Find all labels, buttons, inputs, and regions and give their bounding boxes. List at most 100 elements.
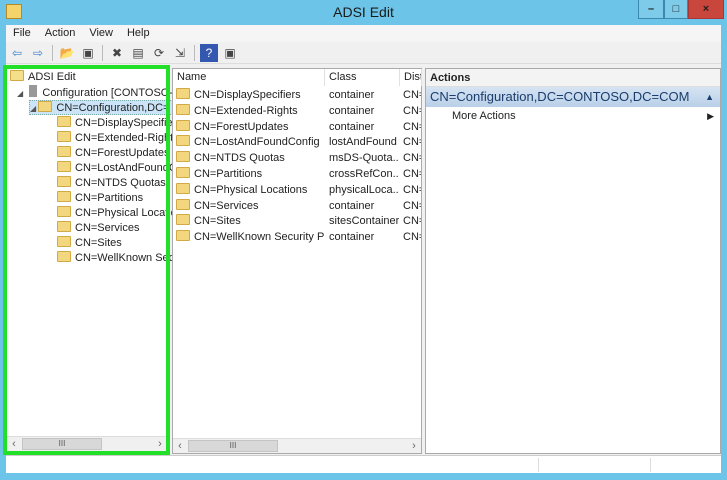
row-name-label: CN=Extended-Rights [194, 104, 298, 117]
scroll-left-button[interactable]: ‹ [173, 439, 187, 453]
row-name-label: CN=Sites [194, 215, 241, 228]
list-row[interactable]: CN=ForestUpdates container CN= [173, 119, 421, 135]
more-actions-label: More Actions [452, 110, 516, 122]
row-name-label: CN=Partitions [194, 168, 263, 180]
row-name-label: CN=Physical Locations [194, 183, 308, 196]
row-distinguished-name: CN= [403, 168, 421, 180]
column-header-class[interactable]: Class [325, 69, 400, 86]
help-button[interactable]: ? [200, 43, 218, 62]
list-horizontal-scrollbar[interactable]: ‹ III › [173, 438, 421, 453]
menu-bar: File Action View Help [6, 25, 721, 42]
delete-button[interactable]: ✖ [108, 44, 126, 62]
forward-button[interactable]: ⇨ [29, 44, 47, 62]
more-actions-item[interactable]: More Actions ▶ [426, 107, 720, 125]
window-title: ADSI Edit [333, 4, 394, 20]
actions-section-label: CN=Configuration,DC=CONTOSO,DC=COM [430, 89, 690, 104]
row-class: crossRefCon... [329, 168, 399, 180]
export-list-button[interactable]: ⇲ [171, 44, 189, 62]
menu-file[interactable]: File [6, 25, 38, 41]
row-name: CN=Sites [176, 213, 324, 229]
forward-icon: ⇨ [32, 45, 44, 60]
list-row[interactable]: CN=Services container CN= [173, 198, 421, 214]
delete-icon: ✖ [111, 45, 123, 60]
collapse-icon: ▲ [705, 92, 714, 102]
list-row[interactable]: CN=Partitions crossRefCon... CN= [173, 166, 421, 182]
actions-header: Actions [426, 69, 720, 87]
row-name: CN=Partitions [176, 166, 324, 182]
row-class: container [329, 199, 375, 212]
list-row[interactable]: CN=WellKnown Security Pri... container CN= [173, 229, 421, 245]
list-pane: Name Class Disti CN=DisplaySpecifiers con… [172, 68, 422, 454]
show-action-pane-icon: ▣ [224, 45, 236, 60]
row-name-label: CN=LostAndFoundConfig [194, 136, 320, 149]
row-name-label: CN=Services [194, 199, 259, 212]
menu-action[interactable]: Action [38, 25, 83, 41]
close-button[interactable]: × [688, 0, 724, 19]
toolbar: ⇦ ⇨ 📂 ▣ ✖ ▤ ⟳ ⇲? ▣ [6, 42, 721, 64]
list-row[interactable]: CN=Sites sitesContainer CN= [173, 213, 421, 229]
list-row[interactable]: CN=DisplaySpecifiers container CN= [173, 87, 421, 103]
row-distinguished-name: CN= [403, 120, 421, 133]
row-name: CN=Physical Locations [176, 182, 324, 198]
up-folder-icon: 📂 [59, 45, 75, 60]
toolbar-separator [52, 44, 53, 61]
toolbar-separator [102, 44, 103, 61]
row-name: CN=DisplaySpecifiers [176, 87, 324, 103]
toolbar-separator [194, 44, 195, 61]
row-name-label: CN=DisplaySpecifiers [194, 89, 301, 101]
row-class: container [329, 89, 375, 101]
row-name: CN=NTDS Quotas [176, 150, 324, 166]
column-header-name[interactable]: Name [173, 69, 325, 86]
list-row[interactable]: CN=Physical Locations physicalLoca... CN= [173, 182, 421, 198]
actions-section-header[interactable]: CN=Configuration,DC=CONTOSO,DC=COM ▲ [426, 87, 720, 107]
folder-icon [176, 119, 190, 131]
row-distinguished-name: CN= [403, 104, 421, 117]
back-button[interactable]: ⇦ [8, 44, 26, 62]
show-hide-tree-icon: ▣ [82, 45, 94, 60]
row-class: container [329, 120, 375, 133]
folder-icon [176, 198, 190, 210]
properties-button[interactable]: ▤ [129, 44, 147, 62]
refresh-button[interactable]: ⟳ [150, 44, 168, 62]
list-row[interactable]: CN=NTDS Quotas msDS-Quota... CN= [173, 150, 421, 166]
row-distinguished-name: CN= [403, 89, 421, 101]
maximize-button[interactable]: □ [664, 0, 688, 19]
minimize-button[interactable]: – [638, 0, 664, 19]
actions-pane: Actions CN=Configuration,DC=CONTOSO,DC=C… [425, 68, 721, 454]
scroll-right-button[interactable]: › [407, 439, 421, 453]
show-action-pane-button[interactable]: ▣ [221, 44, 239, 62]
row-name-label: CN=NTDS Quotas [194, 152, 285, 165]
folder-icon [176, 88, 190, 99]
menu-view[interactable]: View [82, 25, 120, 41]
row-name: CN=Services [176, 198, 324, 214]
app-icon [6, 4, 22, 19]
column-header-distinguished-name[interactable]: Disti [400, 69, 422, 86]
properties-icon: ▤ [132, 45, 144, 60]
row-name: CN=WellKnown Security Pri... [176, 229, 324, 245]
export-list-icon: ⇲ [174, 45, 186, 60]
row-class: sitesContainer [329, 215, 399, 228]
row-distinguished-name: CN= [403, 136, 421, 149]
title-bar: ADSI Edit [0, 0, 727, 24]
status-divider [650, 458, 651, 472]
folder-icon [176, 135, 190, 147]
row-name: CN=LostAndFoundConfig [176, 134, 324, 150]
row-class: container [329, 231, 375, 244]
menu-help[interactable]: Help [120, 25, 157, 41]
row-class: msDS-Quota... [329, 152, 399, 165]
row-name: CN=Extended-Rights [176, 103, 324, 119]
folder-icon [176, 214, 190, 226]
folder-icon [176, 103, 190, 115]
row-class: container [329, 104, 375, 117]
scroll-thumb[interactable]: III [188, 440, 278, 452]
folder-icon [176, 167, 190, 178]
folder-icon [176, 230, 190, 242]
up-folder-button[interactable]: 📂 [58, 44, 76, 62]
row-distinguished-name: CN= [403, 152, 421, 165]
list-row[interactable]: CN=LostAndFoundConfig lostAndFound CN= [173, 134, 421, 150]
list-row[interactable]: CN=Extended-Rights container CN= [173, 103, 421, 119]
show-hide-tree-button[interactable]: ▣ [79, 44, 97, 62]
row-name-label: CN=WellKnown Security Pri... [194, 231, 324, 244]
submenu-arrow-icon: ▶ [707, 111, 714, 121]
row-distinguished-name: CN= [403, 231, 421, 244]
